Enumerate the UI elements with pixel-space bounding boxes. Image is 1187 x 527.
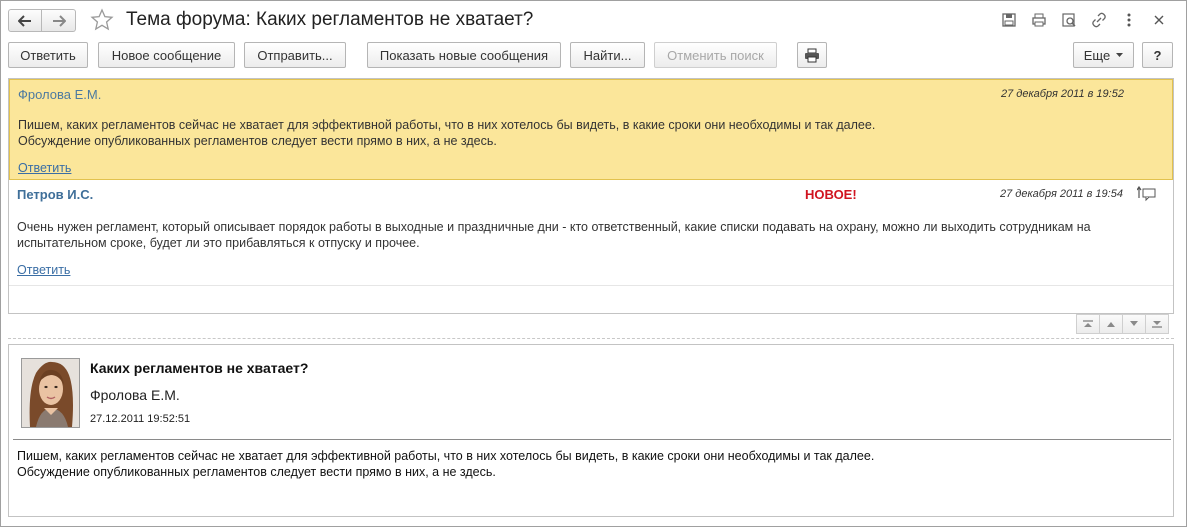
scroll-up-button[interactable] [1099, 314, 1123, 334]
preview-date: 27.12.2011 19:52:51 [90, 413, 191, 425]
save-icon[interactable] [994, 10, 1024, 30]
show-new-messages-button[interactable]: Показать новые сообщения [367, 42, 561, 68]
window-title: Тема форума: Каких регламентов не хватае… [126, 9, 534, 30]
title-bar: Тема форума: Каких регламентов не хватае… [1, 1, 1186, 39]
new-badge: НОВОЕ! [805, 187, 857, 202]
send-button[interactable]: Отправить... [244, 42, 346, 68]
more-actions-icon[interactable] [1114, 10, 1144, 30]
preview-author: Фролова Е.М. [90, 387, 180, 403]
forward-button[interactable] [42, 9, 76, 32]
print-button[interactable] [797, 42, 827, 68]
reply-link[interactable]: Ответить [18, 161, 71, 175]
arrow-down-icon [1130, 321, 1138, 326]
scroll-bottom-button[interactable] [1145, 314, 1169, 334]
splitter[interactable] [8, 338, 1174, 339]
message-text-line: Пишем, каких регламентов сейчас не хвата… [18, 118, 876, 132]
command-bar: Ответить Новое сообщение Отправить... По… [1, 41, 1186, 69]
arrow-bottom-icon [1152, 321, 1162, 328]
more-menu-label: Еще [1083, 47, 1111, 63]
preview-text-line: Пишем, каких регламентов сейчас не хвата… [17, 449, 875, 463]
chevron-down-icon [1116, 53, 1124, 57]
message-date: 27 декабря 2011 в 19:52 [1001, 88, 1124, 100]
arrow-top-icon [1083, 320, 1093, 327]
message-date: 27 декабря 2011 в 19:54 [1000, 188, 1123, 200]
arrow-right-icon [52, 14, 66, 27]
help-button[interactable]: ? [1142, 42, 1173, 68]
message-list: Фролова Е.М. 27 декабря 2011 в 19:52 Пиш… [8, 78, 1174, 314]
more-menu-button[interactable]: Еще [1073, 42, 1134, 68]
message-text-line: Обсуждение опубликованных регламентов сл… [18, 134, 497, 148]
reply-button[interactable]: Ответить [8, 42, 88, 68]
scroll-down-button[interactable] [1122, 314, 1146, 334]
scroll-top-button[interactable] [1076, 314, 1100, 334]
preview-title: Каких регламентов не хватает? [90, 360, 309, 376]
message-preview: Каких регламентов не хватает? Фролова Е.… [8, 344, 1174, 517]
list-divider [9, 285, 1173, 286]
list-navigation [1076, 314, 1169, 334]
favorite-star-icon[interactable] [90, 8, 114, 32]
preview-text-line: Обсуждение опубликованных регламентов сл… [17, 465, 496, 479]
preview-icon[interactable] [1054, 10, 1084, 30]
forum-topic-window: Тема форума: Каких регламентов не хватае… [0, 0, 1187, 527]
message-text-line: испытательном сроке, будет ли это прибав… [17, 236, 420, 250]
print-icon[interactable] [1024, 10, 1054, 30]
arrow-up-icon [1107, 322, 1115, 327]
message-item[interactable]: Петров И.С. НОВОЕ! 27 декабря 2011 в 19:… [9, 180, 1173, 284]
new-message-button[interactable]: Новое сообщение [98, 42, 235, 68]
printer-icon [805, 48, 819, 62]
reply-link[interactable]: Ответить [17, 263, 70, 277]
message-text-line: Очень нужен регламент, который описывает… [17, 220, 1091, 234]
back-button[interactable] [8, 9, 42, 32]
reply-to-message-icon[interactable] [1137, 186, 1157, 202]
find-button[interactable]: Найти... [570, 42, 645, 68]
author-avatar [21, 358, 80, 428]
preview-divider [13, 439, 1171, 440]
cancel-search-button[interactable]: Отменить поиск [654, 42, 777, 68]
close-icon[interactable] [1144, 10, 1174, 30]
message-author: Фролова Е.М. [18, 87, 102, 102]
message-author: Петров И.С. [17, 187, 94, 202]
arrow-left-icon [18, 14, 31, 27]
message-item[interactable]: Фролова Е.М. 27 декабря 2011 в 19:52 Пиш… [9, 79, 1173, 180]
link-icon[interactable] [1084, 10, 1114, 30]
preview-body: Пишем, каких регламентов сейчас не хвата… [17, 448, 874, 480]
